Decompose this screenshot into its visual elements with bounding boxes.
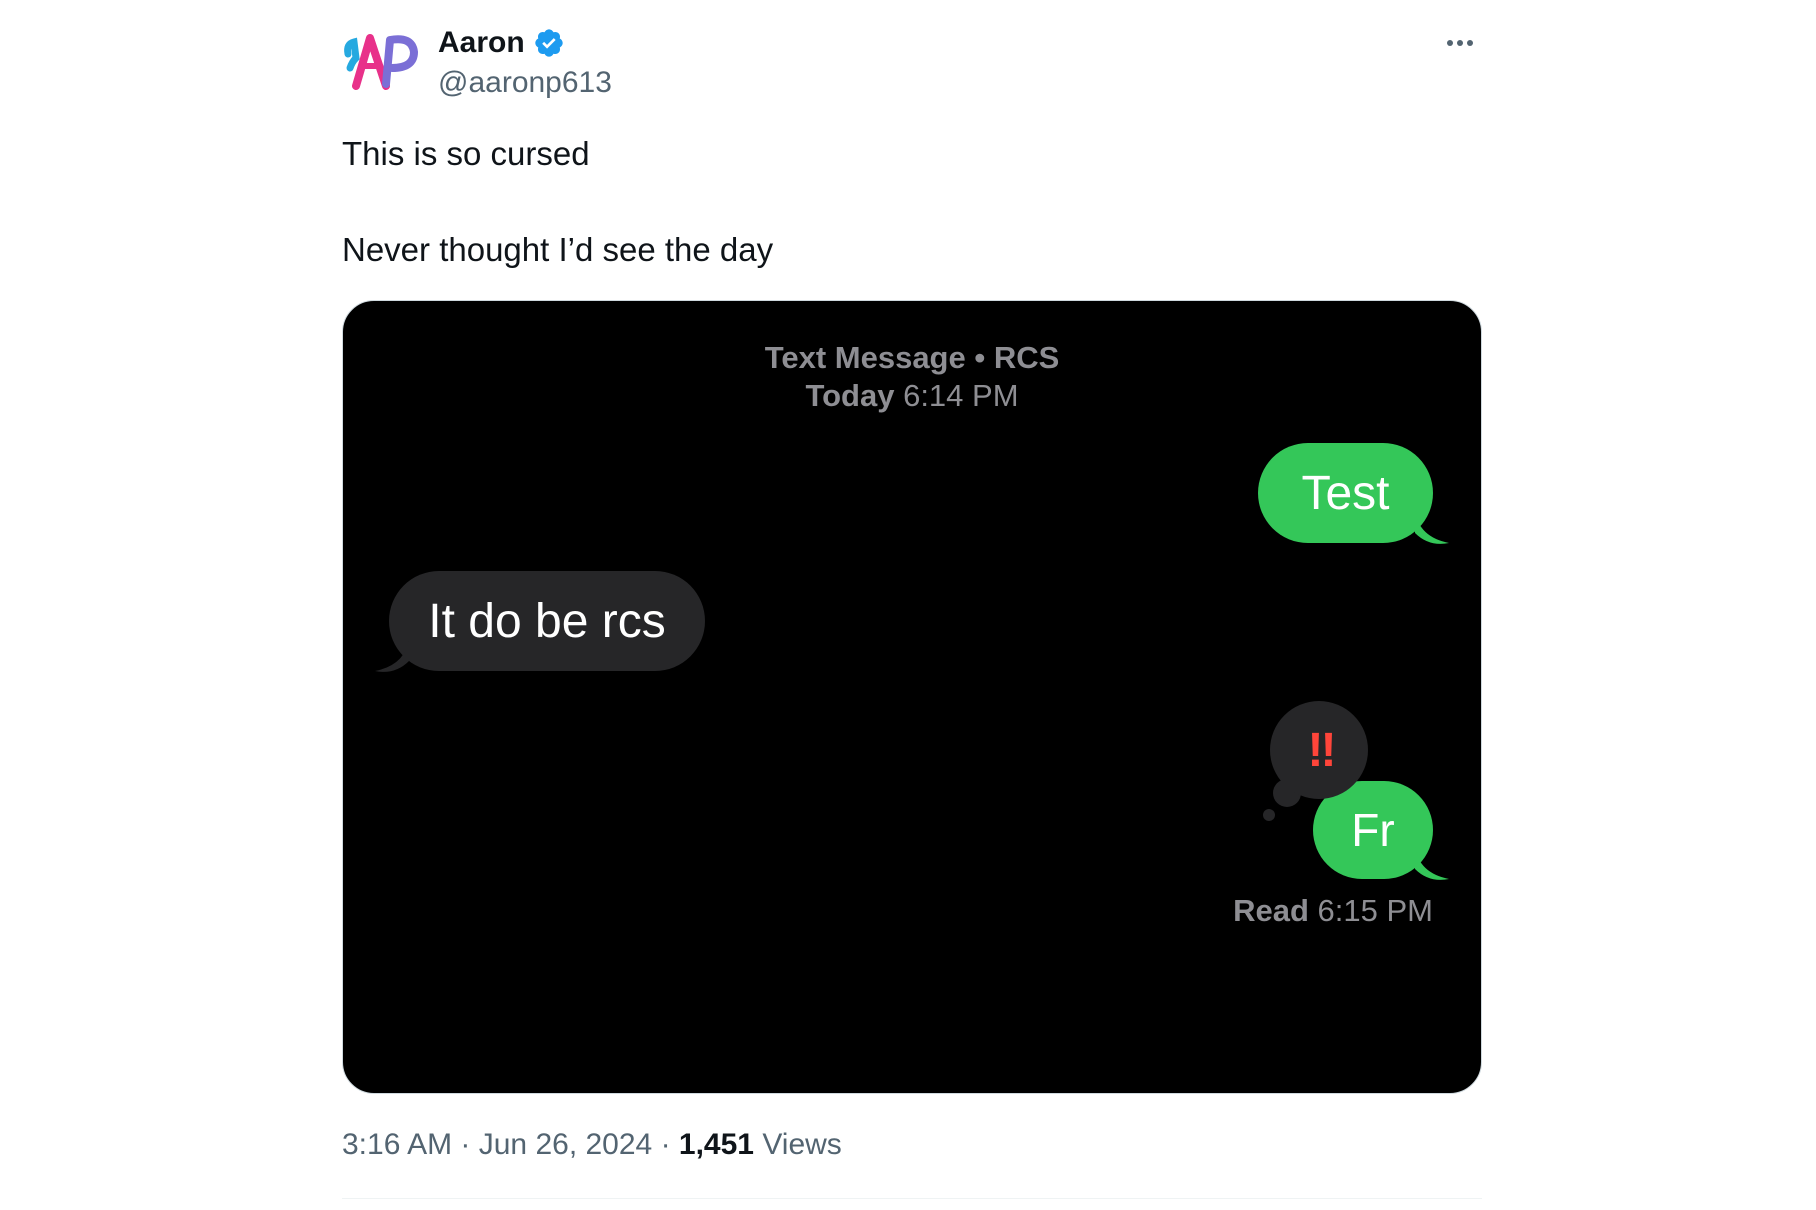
thread-timestamp: Today 6:14 PM xyxy=(343,377,1481,415)
received-message-bubble: It do be rcs xyxy=(389,571,705,671)
views-count: 1,451 xyxy=(678,1128,754,1161)
timestamp-day: Today xyxy=(805,378,895,413)
avatar[interactable] xyxy=(342,28,420,98)
separator: · xyxy=(452,1128,479,1161)
bubble-tail-icon xyxy=(1415,511,1449,544)
message-text: Fr xyxy=(1351,804,1395,856)
read-label: Read xyxy=(1233,893,1309,928)
tweet-line-1: This is so cursed xyxy=(342,135,590,172)
verified-badge-icon xyxy=(535,29,563,57)
display-name-row: Aaron xyxy=(438,24,612,62)
divider xyxy=(342,1198,1482,1199)
tapback-dot xyxy=(1263,809,1275,821)
exclamation-tapback-icon: ‼ xyxy=(1270,701,1368,799)
message-thread-header: Text Message • RCS Today 6:14 PM xyxy=(343,339,1481,415)
read-receipt: Read 6:15 PM xyxy=(1233,893,1433,929)
timestamp-time: 6:14 PM xyxy=(903,378,1019,413)
tweet-text: This is so cursed Never thought I’d see … xyxy=(342,134,773,270)
tweet-date[interactable]: Jun 26, 2024 xyxy=(479,1128,652,1161)
dot xyxy=(1467,40,1473,46)
message-text: It do be rcs xyxy=(428,594,666,648)
tweet-time[interactable]: 3:16 AM xyxy=(342,1128,452,1161)
display-name[interactable]: Aaron xyxy=(438,26,525,60)
tweet-line-2: Never thought I’d see the day xyxy=(342,231,774,268)
tweet-media-image[interactable]: Text Message • RCS Today 6:14 PM Test It… xyxy=(342,300,1482,1094)
service-label: Text Message • RCS xyxy=(764,340,1060,375)
sent-message-bubble: Test xyxy=(1258,443,1433,543)
bubble-tail-icon xyxy=(375,639,409,672)
author-info: Aaron @aaronp613 xyxy=(438,24,612,100)
tweet: Aaron @aaronp613 This is so cursed Never… xyxy=(342,0,1482,1210)
dot xyxy=(1457,40,1463,46)
bubble-tail-icon xyxy=(1415,847,1449,880)
more-options-icon[interactable] xyxy=(1438,28,1482,58)
views-label: Views xyxy=(762,1128,842,1161)
ap-logo-icon xyxy=(344,34,418,90)
tweet-metadata: 3:16 AM · Jun 26, 2024 · 1,451 Views xyxy=(342,1128,842,1162)
message-text: Test xyxy=(1301,466,1390,520)
handle[interactable]: @aaronp613 xyxy=(438,66,612,100)
read-time: 6:15 PM xyxy=(1317,893,1433,928)
separator: · xyxy=(652,1128,679,1161)
dot xyxy=(1447,40,1453,46)
